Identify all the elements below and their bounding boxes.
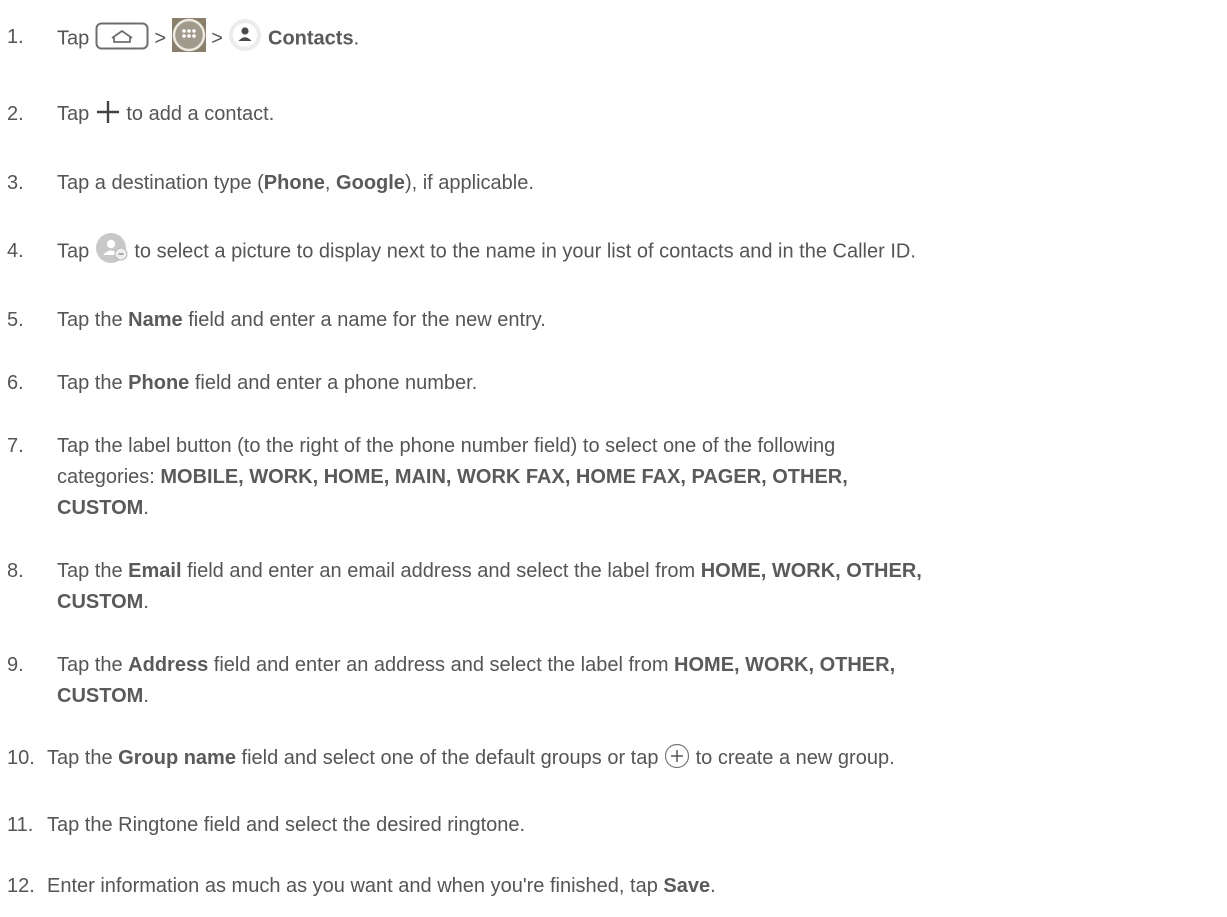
- step-4: 4. Tap to select a picture to display ne…: [0, 233, 1222, 268]
- add-circle-icon: [664, 743, 690, 769]
- step-number: 12.: [7, 875, 35, 897]
- name-field-label: Name: [128, 309, 183, 331]
- step-text: Tap: [57, 240, 90, 263]
- phone-label: Phone: [263, 172, 325, 194]
- step-number: 5.: [7, 309, 24, 331]
- step-number: 7.: [7, 435, 24, 457]
- instruction-list: 1. Tap > > Contacts. 2. Tap to add a con…: [0, 0, 1227, 917]
- step-2: 2. Tap to add a contact.: [0, 99, 1222, 130]
- step-8: 8. Tap the Email field and enter an emai…: [0, 556, 1222, 618]
- step-12: 12. Enter information as much as you wan…: [0, 871, 1222, 902]
- step-number: 1.: [7, 26, 24, 48]
- step-number: 4.: [7, 240, 24, 262]
- add-plus-icon: [95, 99, 121, 125]
- google-label: Google: [336, 172, 405, 194]
- step-number: 8.: [7, 560, 24, 582]
- label-custom: CUSTOM: [57, 591, 144, 613]
- separator: >: [211, 27, 223, 50]
- step-text: Tap: [57, 103, 90, 125]
- category-list: MOBILE, WORK, HOME, MAIN, WORK FAX, HOME…: [160, 466, 848, 488]
- step-number: 6.: [7, 372, 24, 394]
- step-number: 10.: [7, 747, 35, 769]
- step-number: 2.: [7, 103, 24, 125]
- step-number: 11.: [7, 814, 34, 836]
- step-1: 1. Tap > > Contacts.: [0, 18, 1222, 56]
- email-field-label: Email: [128, 560, 182, 582]
- contacts-label: Contacts: [268, 27, 354, 50]
- step-10: 10. Tap the Group name field and select …: [0, 743, 1222, 774]
- save-label: Save: [663, 875, 711, 897]
- separator: >: [154, 27, 167, 50]
- address-field-label: Address: [128, 654, 209, 676]
- contact-picture-icon: [95, 232, 129, 264]
- step-text: to add a contact.: [126, 103, 275, 125]
- apps-icon: [171, 18, 206, 52]
- home-key-icon: [95, 22, 149, 50]
- step-6: 6. Tap the Phone field and enter a phone…: [0, 368, 1222, 399]
- step-11: 11. Tap the Ringtone field and select th…: [0, 810, 1222, 841]
- category-custom: CUSTOM: [57, 497, 144, 519]
- step-text: to select a picture to display next to t…: [134, 240, 916, 263]
- group-name-label: Group name: [118, 747, 236, 769]
- step-9: 9. Tap the Address field and enter an ad…: [0, 650, 1222, 712]
- step-number: 9.: [7, 654, 24, 676]
- label-options: HOME, WORK, OTHER,: [674, 654, 896, 676]
- step-text: Tap the label button (to the right of th…: [57, 435, 836, 457]
- step-text: Tap: [57, 27, 90, 50]
- label-options: HOME, WORK, OTHER,: [700, 560, 922, 582]
- phone-field-label: Phone: [128, 372, 190, 394]
- step-3: 3. Tap a destination type (Phone, Google…: [0, 168, 1222, 199]
- step-5: 5. Tap the Name field and enter a name f…: [0, 305, 1222, 336]
- step-number: 3.: [7, 172, 24, 194]
- label-custom: CUSTOM: [57, 685, 144, 707]
- step-7: 7. Tap the label button (to the right of…: [0, 431, 1222, 524]
- contacts-icon: [228, 18, 262, 52]
